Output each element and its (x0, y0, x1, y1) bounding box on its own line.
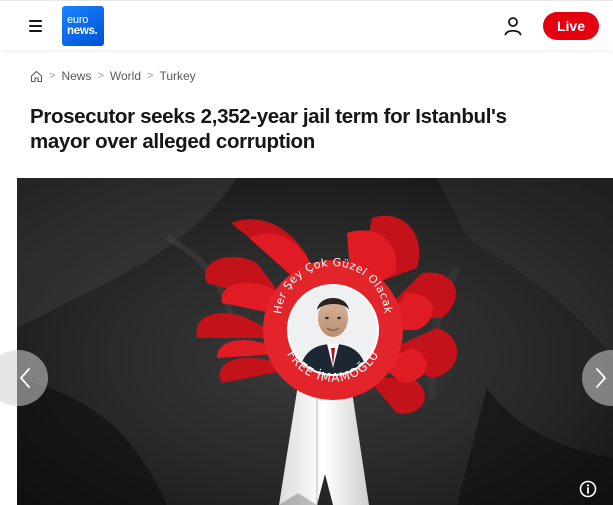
live-button[interactable]: Live (543, 12, 599, 40)
euronews-logo[interactable]: euro news. (62, 6, 104, 46)
hero-photo: Her Şey Çok Güzel Olacak FREE İMAMOĞLU (17, 178, 613, 505)
hero-image: Her Şey Çok Güzel Olacak FREE İMAMOĞLU (17, 178, 613, 505)
breadcrumb-separator: > (97, 70, 104, 82)
article-headline: Prosecutor seeks 2,352-year jail term fo… (30, 104, 590, 154)
breadcrumb: > News > World > Turkey (30, 68, 196, 84)
headline-line-1: Prosecutor seeks 2,352-year jail term fo… (30, 105, 507, 128)
chevron-left-icon (20, 368, 30, 388)
info-icon[interactable] (579, 480, 597, 498)
breadcrumb-turkey[interactable]: Turkey (159, 69, 195, 83)
logo-text-bottom: news. (67, 25, 98, 37)
home-icon[interactable] (30, 70, 43, 83)
breadcrumb-separator: > (49, 70, 56, 82)
breadcrumb-separator: > (147, 70, 154, 82)
breadcrumb-world[interactable]: World (110, 69, 141, 83)
chevron-right-icon (596, 368, 606, 388)
hamburger-menu-icon[interactable] (27, 17, 45, 35)
headline-line-2: mayor over alleged corruption (30, 130, 315, 153)
site-header: euro news. Live (0, 0, 613, 50)
user-account-icon[interactable] (502, 15, 524, 37)
breadcrumb-news[interactable]: News (61, 69, 91, 83)
